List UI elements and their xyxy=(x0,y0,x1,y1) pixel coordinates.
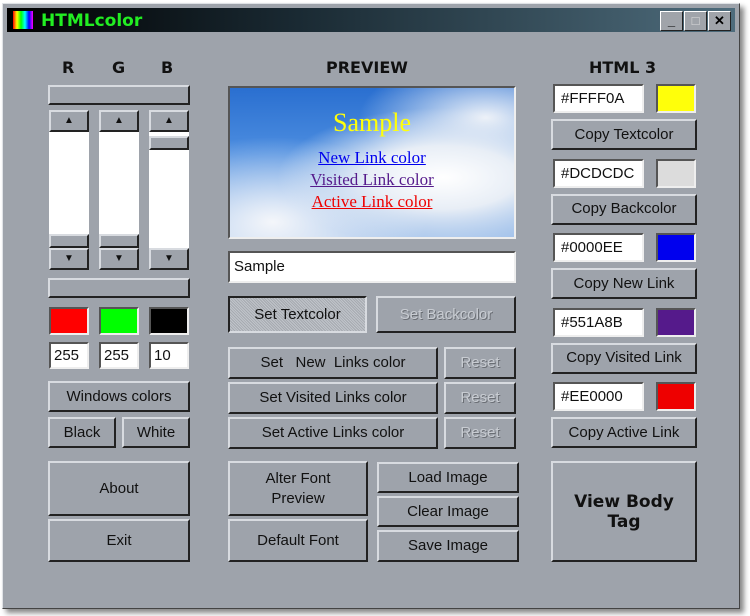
set-textcolor-button[interactable]: Set Textcolor xyxy=(228,296,367,333)
window-title: HTMLcolor xyxy=(41,11,143,31)
close-button[interactable]: ✕ xyxy=(708,11,731,31)
blue-swatch xyxy=(149,307,189,335)
white-button[interactable]: White xyxy=(122,417,190,448)
preview-heading: PREVIEW xyxy=(326,58,408,77)
windows-colors-button[interactable]: Windows colors xyxy=(48,381,190,412)
preview-pane: Sample New Link color Visited Link color… xyxy=(228,86,516,239)
reset-active-link-button[interactable]: Reset xyxy=(444,417,516,449)
red-slider-down-arrow-icon[interactable]: ▼ xyxy=(49,248,89,270)
set-backcolor-button[interactable]: Set Backcolor xyxy=(376,296,516,333)
red-slider-up-arrow-icon[interactable]: ▲ xyxy=(49,110,89,132)
view-body-tag-button[interactable]: View Body Tag xyxy=(551,461,697,562)
reset-visited-link-button[interactable]: Reset xyxy=(444,382,516,414)
green-swatch xyxy=(99,307,139,335)
label-g: G xyxy=(112,58,126,77)
red-value-input[interactable]: 255 xyxy=(49,342,89,369)
set-visited-links-color-button[interactable]: Set Visited Links color xyxy=(228,382,438,414)
hex-value-input[interactable]: #EE0000 xyxy=(553,382,644,411)
all-channels-scrollbar-top[interactable] xyxy=(48,85,190,105)
hex-value-input[interactable]: #551A8B xyxy=(553,307,644,337)
color-swatch xyxy=(656,233,696,262)
maximize-button[interactable]: □ xyxy=(684,11,707,31)
red-swatch xyxy=(49,307,89,335)
copy-color-button[interactable]: Copy Active Link xyxy=(551,417,697,448)
default-font-button[interactable]: Default Font xyxy=(228,519,368,562)
app-icon xyxy=(13,11,33,29)
label-r: R xyxy=(62,58,75,77)
copy-color-button[interactable]: Copy New Link xyxy=(551,268,697,299)
blue-slider-down-arrow-icon[interactable]: ▼ xyxy=(149,248,189,270)
green-value-input[interactable]: 255 xyxy=(99,342,139,369)
copy-color-button[interactable]: Copy Visited Link xyxy=(551,342,697,374)
set-new-links-color-button[interactable]: Set New Links color xyxy=(228,347,438,379)
reset-new-link-button[interactable]: Reset xyxy=(444,347,516,379)
green-slider-thumb[interactable] xyxy=(99,234,139,248)
black-button[interactable]: Black xyxy=(48,417,116,448)
load-image-button[interactable]: Load Image xyxy=(377,462,519,493)
set-active-links-color-button[interactable]: Set Active Links color xyxy=(228,417,438,449)
about-button[interactable]: About xyxy=(48,461,190,516)
color-swatch xyxy=(656,84,696,113)
hex-value-input[interactable]: #DCDCDC xyxy=(553,158,644,188)
color-swatch xyxy=(656,382,696,411)
color-swatch xyxy=(656,307,696,337)
hex-value-input[interactable]: #FFFF0A xyxy=(553,84,644,113)
blue-value-input[interactable]: 10 xyxy=(149,342,189,369)
color-swatch xyxy=(656,158,696,188)
preview-active-link[interactable]: Active Link color xyxy=(230,192,514,212)
red-slider-track[interactable] xyxy=(49,132,89,248)
save-image-button[interactable]: Save Image xyxy=(377,530,519,562)
green-slider-down-arrow-icon[interactable]: ▼ xyxy=(99,248,139,270)
all-channels-scrollbar-bottom[interactable] xyxy=(48,278,190,298)
preview-sample-text: Sample xyxy=(333,108,411,137)
green-slider-track[interactable] xyxy=(99,132,139,248)
minimize-button[interactable]: _ xyxy=(660,11,683,31)
preview-new-link[interactable]: New Link color xyxy=(230,148,514,168)
label-b: B xyxy=(161,58,174,77)
clear-image-button[interactable]: Clear Image xyxy=(377,496,519,527)
red-slider-thumb[interactable] xyxy=(49,234,89,248)
alter-font-preview-button[interactable]: Alter Font Preview xyxy=(228,461,368,516)
blue-slider-up-arrow-icon[interactable]: ▲ xyxy=(149,110,189,132)
blue-slider-thumb[interactable] xyxy=(149,136,189,150)
title-bar: HTMLcolor _ □ ✕ xyxy=(7,8,735,32)
preview-visited-link[interactable]: Visited Link color xyxy=(230,170,514,190)
green-slider-up-arrow-icon[interactable]: ▲ xyxy=(99,110,139,132)
copy-color-button[interactable]: Copy Textcolor xyxy=(551,119,697,150)
sample-text-input[interactable]: Sample xyxy=(228,251,516,283)
exit-button[interactable]: Exit xyxy=(48,519,190,562)
hex-value-input[interactable]: #0000EE xyxy=(553,233,644,262)
copy-color-button[interactable]: Copy Backcolor xyxy=(551,193,697,225)
html3-heading: HTML 3 xyxy=(589,58,657,77)
